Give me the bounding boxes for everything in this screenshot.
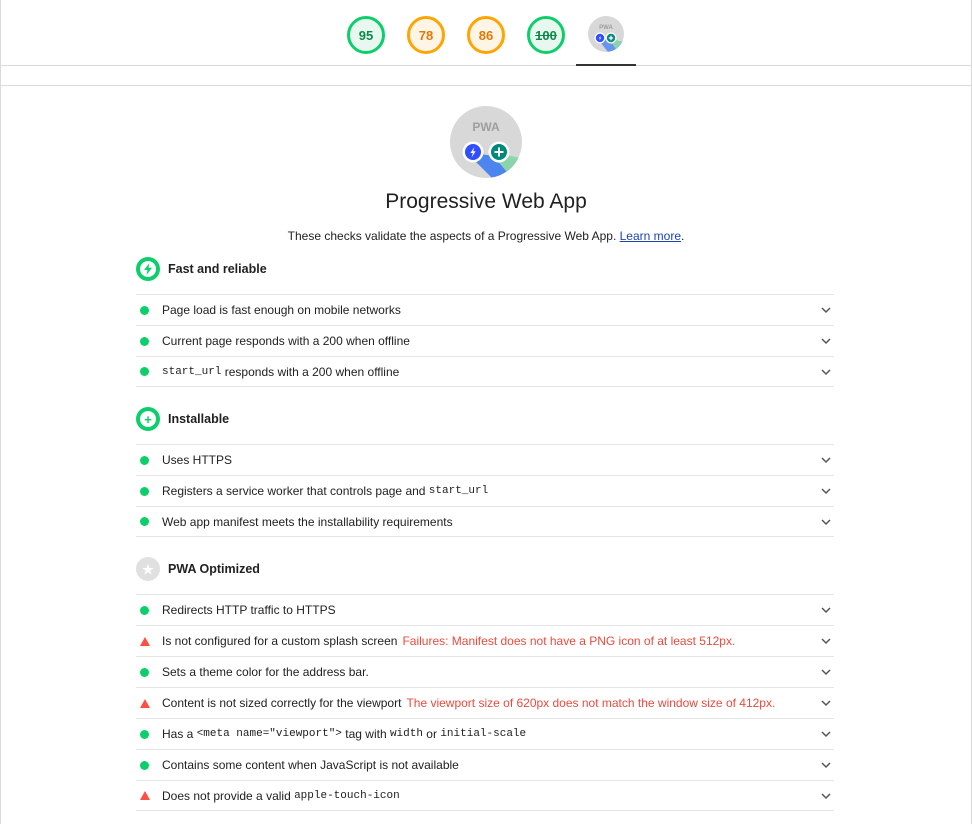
chevron-down-icon[interactable] — [820, 790, 832, 802]
chevron-down-icon[interactable] — [820, 454, 832, 466]
pwa-badge-tab[interactable]: PWA — [588, 16, 624, 52]
accessibility-score-gauge[interactable]: 78 — [407, 16, 445, 54]
audit-row[interactable]: Is not configured for a custom splash sc… — [136, 625, 834, 656]
star-icon: ★ — [136, 557, 160, 581]
pass-indicator — [140, 760, 149, 770]
audit-row[interactable]: Has a <meta name="viewport"> tag with wi… — [136, 718, 834, 749]
pwa-category-badge: PWA — [450, 106, 522, 178]
learn-more-link[interactable]: Learn more — [620, 229, 681, 243]
category-description: These checks validate the aspects of a P… — [287, 229, 685, 243]
plus-icon: + — [136, 407, 160, 431]
performance-score-gauge[interactable]: 95 — [347, 16, 385, 54]
group-fast-and-reliable: Fast and reliable — [136, 257, 267, 281]
chevron-down-icon[interactable] — [820, 304, 832, 316]
chevron-down-icon[interactable] — [820, 666, 832, 678]
seo-score-gauge[interactable]: 100 — [527, 16, 565, 54]
chevron-down-icon[interactable] — [820, 366, 832, 378]
audit-row[interactable]: start_url responds with a 200 when offli… — [136, 356, 834, 387]
fail-indicator — [140, 698, 150, 708]
chevron-down-icon[interactable] — [820, 485, 832, 497]
audit-row[interactable]: Redirects HTTP traffic to HTTPS — [136, 594, 834, 625]
svg-text:PWA: PWA — [472, 120, 500, 134]
fail-indicator — [140, 791, 150, 800]
chevron-down-icon[interactable] — [820, 759, 832, 771]
pass-indicator — [140, 517, 149, 526]
chevron-down-icon[interactable] — [820, 335, 832, 347]
failure-message: Failures: Manifest does not have a PNG i… — [402, 634, 736, 648]
pass-indicator — [140, 305, 149, 315]
fail-indicator — [140, 636, 150, 646]
chevron-down-icon[interactable] — [820, 635, 832, 647]
sticky-sub-header — [0, 66, 972, 86]
audit-row[interactable]: Contains some content when JavaScript is… — [136, 749, 834, 780]
category-title: Progressive Web App — [385, 190, 587, 213]
chevron-down-icon[interactable] — [820, 604, 832, 616]
audit-row[interactable]: Does not provide a valid apple-touch-ico… — [136, 780, 834, 811]
audit-row[interactable]: Uses HTTPS — [136, 444, 834, 475]
pass-indicator — [140, 367, 149, 376]
chevron-down-icon[interactable] — [820, 516, 832, 528]
pass-indicator — [140, 667, 149, 677]
chevron-down-icon[interactable] — [820, 728, 832, 740]
chevron-down-icon[interactable] — [820, 697, 832, 709]
audit-row[interactable]: Page load is fast enough on mobile netwo… — [136, 294, 834, 325]
pwa-badge-icon: PWA — [594, 25, 624, 52]
audit-row[interactable]: Content is not sized correctly for the v… — [136, 687, 834, 718]
svg-text:PWA: PWA — [599, 25, 613, 31]
pass-indicator — [140, 605, 149, 615]
audit-row[interactable]: Web app manifest meets the installabilit… — [136, 506, 834, 537]
pass-indicator — [140, 486, 149, 496]
audit-row[interactable]: Registers a service worker that controls… — [136, 475, 834, 506]
group-pwa-optimized: ★ PWA Optimized — [136, 557, 260, 581]
lightning-icon — [136, 257, 160, 281]
pass-indicator — [140, 729, 149, 739]
score-header: 95 78 86 100 PWA — [0, 0, 972, 66]
audit-row[interactable]: Current page responds with a 200 when of… — [136, 325, 834, 356]
failure-message: The viewport size of 620px does not matc… — [406, 696, 776, 710]
group-installable: + Installable — [136, 407, 229, 431]
pass-indicator — [140, 336, 149, 346]
audit-row[interactable]: Sets a theme color for the address bar. — [136, 656, 834, 687]
pass-indicator — [140, 455, 149, 465]
pwa-large-icon: PWA — [462, 120, 522, 178]
best-practices-score-gauge[interactable]: 86 — [467, 16, 505, 54]
